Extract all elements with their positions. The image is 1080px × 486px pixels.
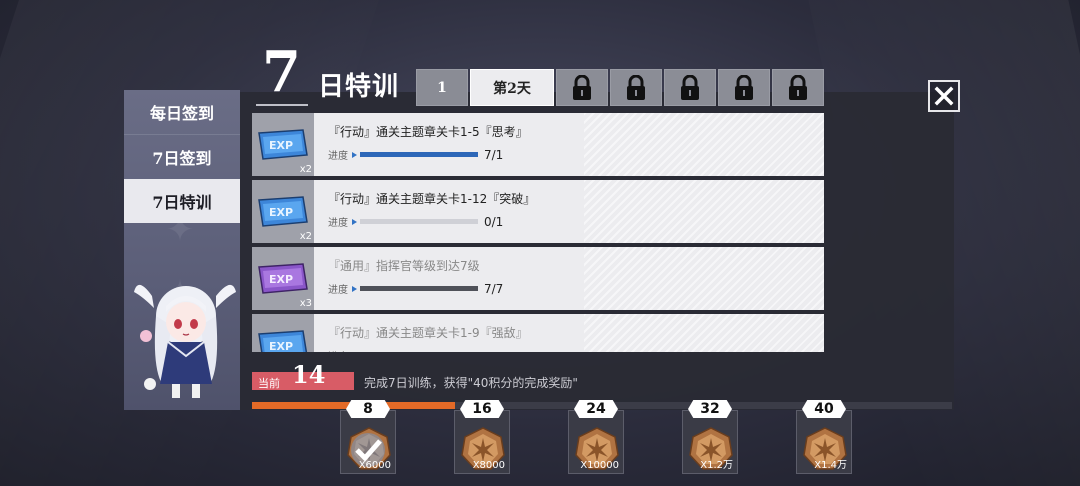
tab-day-3[interactable]	[556, 69, 608, 106]
lock-icon	[573, 74, 591, 100]
goal-description: 完成7日训练，获得"40积分的完成奖励"	[364, 376, 578, 390]
milestone-box: X8000	[454, 410, 510, 474]
milestone-quantity: X1.2万	[700, 460, 733, 471]
lock-icon	[789, 74, 807, 100]
progress-value: 0/1	[484, 214, 504, 229]
quest-reward[interactable]: EXP x2	[252, 180, 314, 243]
svg-text:EXP: EXP	[269, 273, 293, 286]
quest-item[interactable]: EXP x3 『通用』指挥官等级到达7级 进度 7/7	[252, 247, 824, 310]
exp-card-blue-icon: EXP	[258, 329, 308, 353]
decorative-stripes	[584, 314, 824, 352]
progress-track	[360, 219, 478, 224]
tab-day-5[interactable]	[664, 69, 716, 106]
progress-label: 进度	[328, 151, 348, 162]
milestone-box: X10000	[568, 410, 624, 474]
sidebar-item-7day-signin[interactable]: 7日签到	[124, 134, 240, 178]
milestone-points: 32	[688, 400, 732, 418]
milestone-reward[interactable]: X8000 16	[454, 400, 510, 474]
progress-fill	[360, 152, 478, 157]
milestone-reward[interactable]: X6000 8	[340, 400, 396, 474]
lock-icon	[735, 74, 753, 100]
exp-card-blue-icon: EXP	[258, 195, 308, 227]
milestone-points: 24	[574, 400, 618, 418]
lock-icon	[681, 74, 699, 100]
tab-day-6[interactable]	[718, 69, 770, 106]
exp-card-blue-icon: EXP	[258, 128, 308, 160]
decorative-stripes	[584, 113, 824, 176]
close-x-icon	[934, 86, 954, 106]
progress-arrow-icon	[352, 218, 357, 225]
tab-day-1[interactable]: 1	[416, 69, 468, 106]
milestone-quantity: X1.4万	[814, 460, 847, 471]
progress-label: 进度	[328, 348, 352, 352]
close-button[interactable]	[928, 80, 960, 112]
page-title: 日特训	[318, 72, 400, 102]
milestone-reward[interactable]: X10000 24	[568, 400, 624, 474]
quest-reward[interactable]: EXP x3	[252, 247, 314, 310]
milestone-points: 40	[802, 400, 846, 418]
exp-card-purple-icon: EXP	[258, 262, 308, 294]
tab-day-7[interactable]	[772, 69, 824, 106]
milestone-quantity: X8000	[472, 460, 505, 471]
milestone-quantity: X6000	[358, 460, 391, 471]
quest-reward[interactable]: EXP	[252, 314, 314, 352]
progress-arrow-icon	[352, 151, 357, 158]
progress-value: 7/1	[484, 147, 504, 162]
progress-label: 进度	[328, 285, 348, 296]
milestone-reward[interactable]: X1.2万 32	[682, 400, 738, 474]
quest-list: EXP x2 『行动』通关主题章关卡1-5『思考』 进度 7/1 EXP x2 …	[252, 113, 824, 352]
milestone-box: X1.4万	[796, 410, 852, 474]
svg-text:EXP: EXP	[269, 340, 293, 353]
reward-quantity: x2	[299, 231, 312, 242]
quest-reward[interactable]: EXP x2	[252, 113, 314, 176]
milestone-box: X6000	[340, 410, 396, 474]
quest-item[interactable]: EXP x2 『行动』通关主题章关卡1-12『突破』 进度 0/1	[252, 180, 824, 243]
milestone-reward[interactable]: X1.4万 40	[796, 400, 852, 474]
milestone-quantity: X10000	[580, 460, 619, 471]
decorative-stripes	[584, 247, 824, 310]
svg-text:EXP: EXP	[269, 139, 293, 152]
milestone-box: X1.2万	[682, 410, 738, 474]
progress-label: 进度	[328, 218, 348, 229]
current-score-value: 14	[292, 360, 326, 389]
progress-track	[360, 152, 478, 157]
tab-day-2[interactable]: 第2天	[470, 69, 554, 106]
progress-fill	[360, 286, 478, 291]
quest-item[interactable]: EXP x2 『行动』通关主题章关卡1-5『思考』 进度 7/1	[252, 113, 824, 176]
header-day-count: 7	[262, 39, 301, 105]
sidebar-item-daily-signin[interactable]: 每日签到	[124, 90, 240, 134]
tab-day-4[interactable]	[610, 69, 662, 106]
reward-quantity: x2	[299, 164, 312, 175]
lock-icon	[627, 74, 645, 100]
reward-quantity: x3	[299, 298, 312, 309]
progress-track	[360, 286, 478, 291]
sidebar-item-7day-training[interactable]: 7日特训	[124, 179, 240, 223]
progress-value: 7/7	[484, 281, 504, 296]
sidebar: ✦ ✦ ✦ 每日签到 7日签到 7日特训	[124, 90, 240, 410]
milestone-points: 8	[346, 400, 390, 418]
day-tabs: 1 第2天	[416, 69, 826, 106]
mascot-character-image	[134, 284, 236, 398]
current-score-label: 当前	[258, 377, 280, 390]
svg-text:EXP: EXP	[269, 206, 293, 219]
milestone-points: 16	[460, 400, 504, 418]
quest-item[interactable]: EXP 『行动』通关主题章关卡1-9『强敌』 进度	[252, 314, 824, 352]
progress-arrow-icon	[352, 285, 357, 292]
header-underline	[256, 104, 308, 106]
decorative-stripes	[584, 180, 824, 243]
